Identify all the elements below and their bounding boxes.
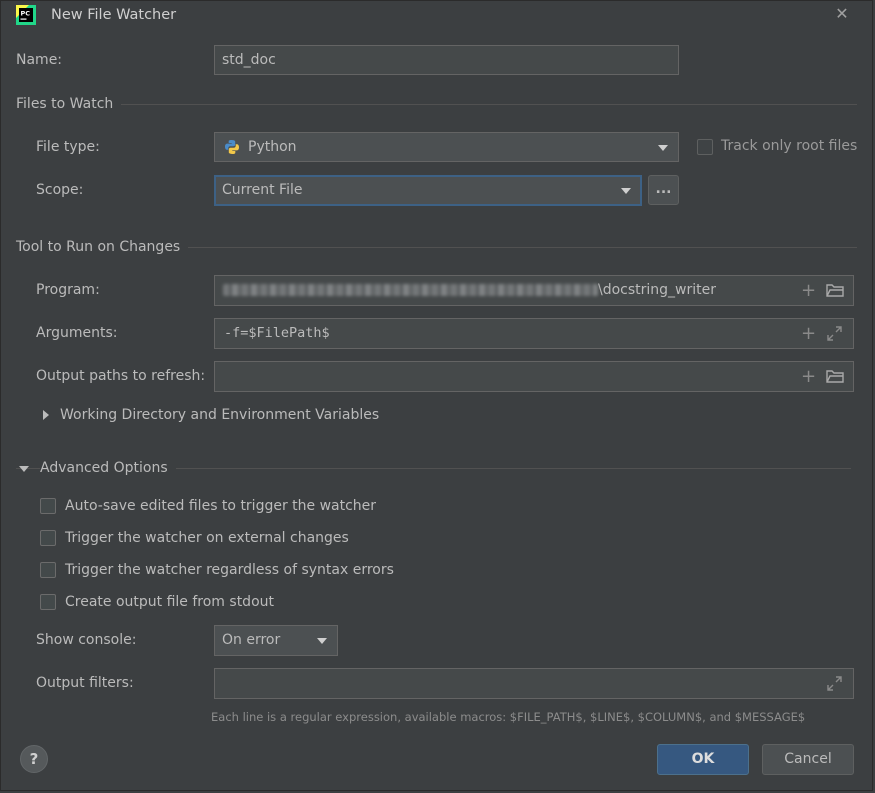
chevron-down-icon xyxy=(317,638,327,644)
output-filters-label: Output filters: xyxy=(36,675,134,691)
file-type-value: Python xyxy=(248,139,297,155)
redacted-path xyxy=(223,284,598,296)
arguments-input[interactable]: -f=$FilePath$ + xyxy=(214,318,854,349)
program-label: Program: xyxy=(36,282,100,298)
folder-icon[interactable] xyxy=(826,370,844,383)
file-type-dropdown[interactable]: Python xyxy=(214,132,679,162)
help-button[interactable]: ? xyxy=(20,745,48,773)
advanced-heading[interactable]: Advanced Options xyxy=(40,460,176,476)
scope-browse-button[interactable]: ... xyxy=(648,175,679,205)
files-to-watch-heading: Files to Watch xyxy=(16,96,122,112)
track-root-label: Track only root files xyxy=(721,138,858,154)
chevron-right-icon[interactable] xyxy=(43,410,49,420)
scope-dropdown[interactable]: Current File xyxy=(214,175,642,206)
output-paths-input[interactable]: + xyxy=(214,361,854,392)
output-filters-hint: Each line is a regular expression, avail… xyxy=(211,710,806,724)
program-value: \docstring_writer xyxy=(598,282,717,298)
window-title: New File Watcher xyxy=(51,7,177,23)
expand-icon[interactable] xyxy=(827,676,842,691)
external-changes-checkbox[interactable] xyxy=(40,530,56,546)
show-console-dropdown[interactable]: On error xyxy=(214,625,338,656)
chevron-down-icon xyxy=(658,145,668,151)
auto-save-checkbox[interactable] xyxy=(40,498,56,514)
external-changes-label: Trigger the watcher on external changes xyxy=(65,530,349,546)
add-macro-icon[interactable]: + xyxy=(801,282,816,300)
file-type-label: File type: xyxy=(36,139,100,155)
track-root-checkbox[interactable] xyxy=(697,139,713,155)
name-input[interactable]: std_doc xyxy=(214,45,679,75)
auto-save-label: Auto-save edited files to trigger the wa… xyxy=(65,498,377,514)
tool-heading: Tool to Run on Changes xyxy=(16,239,189,255)
close-icon[interactable]: ✕ xyxy=(833,5,851,23)
syntax-errors-label: Trigger the watcher regardless of syntax… xyxy=(65,562,394,578)
pycharm-icon: PC xyxy=(16,5,36,25)
show-console-value: On error xyxy=(222,632,281,648)
folder-icon[interactable] xyxy=(826,284,844,297)
expand-icon[interactable] xyxy=(827,326,842,341)
chevron-down-icon xyxy=(621,188,631,194)
stdout-output-label: Create output file from stdout xyxy=(65,594,274,610)
add-macro-icon[interactable]: + xyxy=(801,368,816,386)
arguments-value: -f=$FilePath$ xyxy=(224,325,330,341)
name-label: Name: xyxy=(16,52,63,68)
cancel-button[interactable]: Cancel xyxy=(762,744,854,775)
chevron-down-icon[interactable] xyxy=(19,466,29,472)
scope-value: Current File xyxy=(222,182,303,198)
stdout-output-checkbox[interactable] xyxy=(40,594,56,610)
add-macro-icon[interactable]: + xyxy=(801,325,816,343)
python-icon xyxy=(225,140,239,154)
output-paths-label: Output paths to refresh: xyxy=(36,368,206,384)
scope-label: Scope: xyxy=(36,182,84,198)
files-to-watch-separator xyxy=(16,104,857,105)
svg-text:PC: PC xyxy=(21,10,31,18)
ok-button[interactable]: OK xyxy=(657,744,749,775)
program-input[interactable]: \docstring_writer + xyxy=(214,275,854,306)
syntax-errors-checkbox[interactable] xyxy=(40,562,56,578)
show-console-label: Show console: xyxy=(36,632,137,648)
output-filters-input[interactable] xyxy=(214,668,854,699)
working-dir-toggle[interactable]: Working Directory and Environment Variab… xyxy=(60,407,379,423)
arguments-label: Arguments: xyxy=(36,325,118,341)
